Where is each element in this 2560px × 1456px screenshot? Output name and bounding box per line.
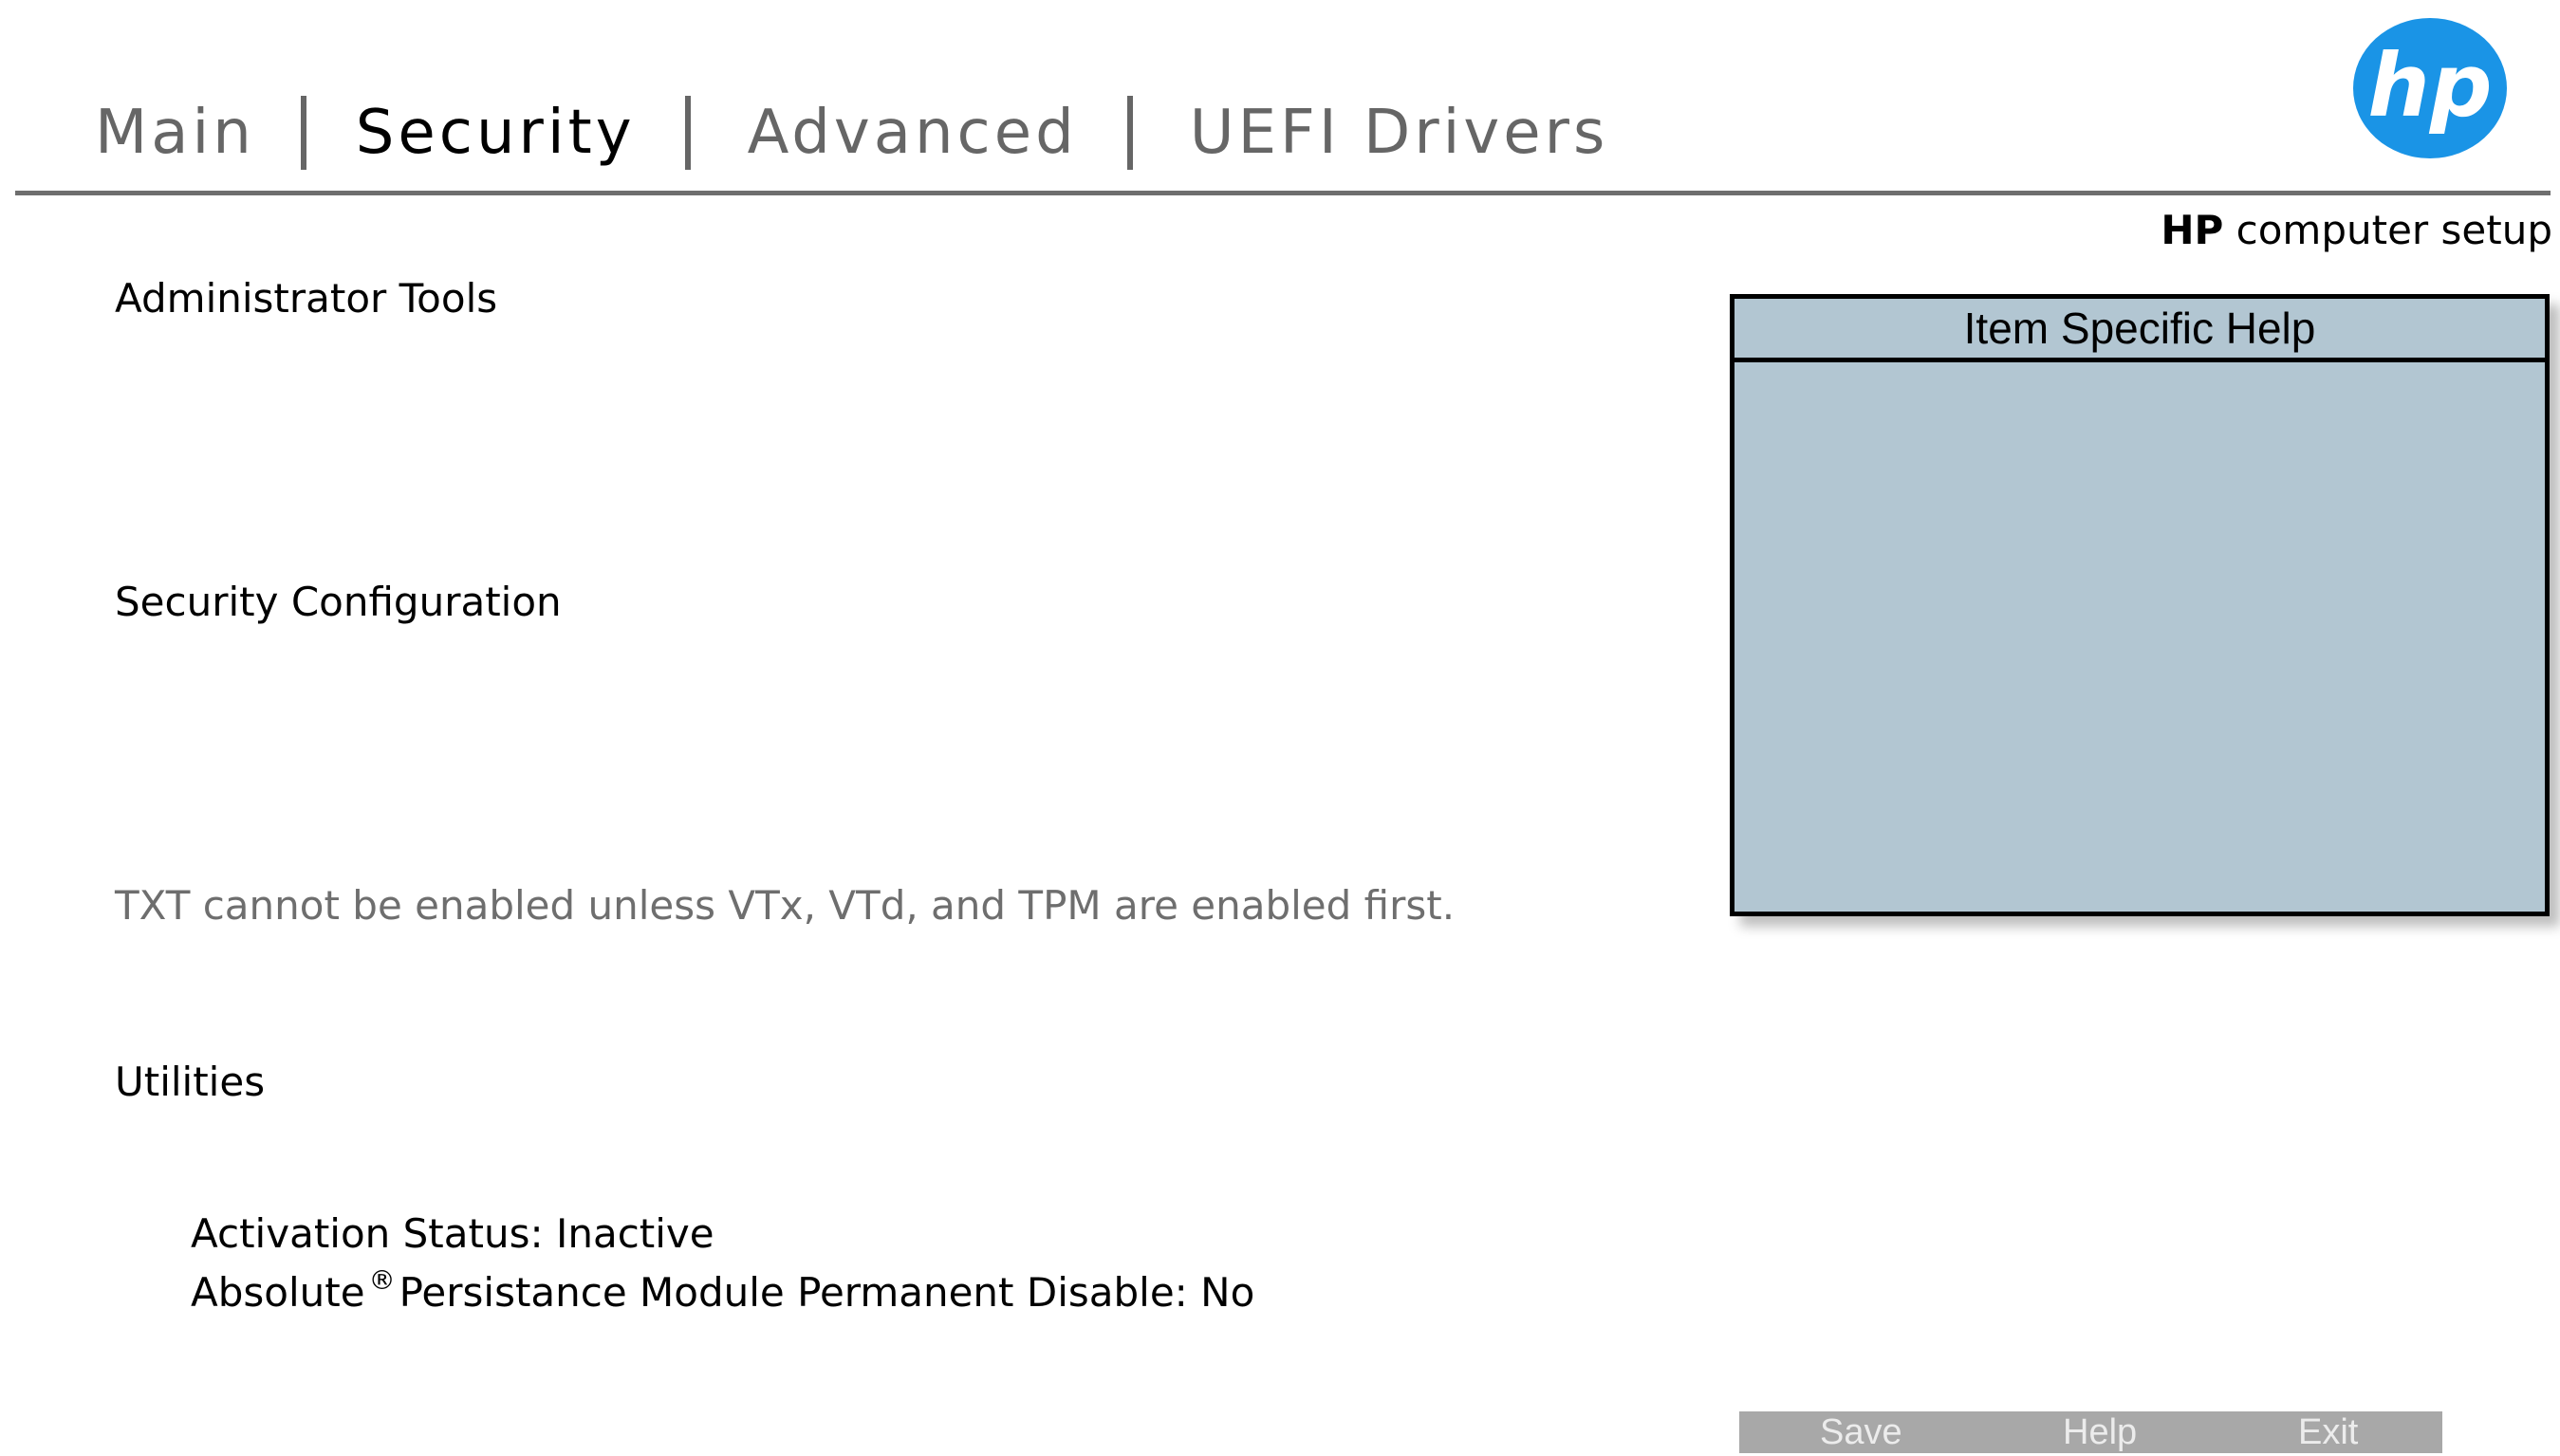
bottom-button-bar: Save Help Exit bbox=[1739, 1411, 2442, 1453]
tab-bar: Main Security Advanced UEFI Drivers bbox=[95, 90, 1608, 175]
tab-separator bbox=[684, 96, 691, 170]
logo-text: hp bbox=[2367, 35, 2492, 137]
header-divider bbox=[15, 191, 2551, 195]
save-button[interactable]: Save bbox=[1820, 1411, 1902, 1453]
brand-caption: HP computer setup bbox=[2161, 207, 2552, 253]
help-button[interactable]: Help bbox=[2063, 1411, 2137, 1453]
tab-main[interactable]: Main bbox=[95, 98, 255, 168]
absolute-persistance-setting[interactable]: Absolute ®Persistance Module Permanent Di… bbox=[191, 1264, 1255, 1316]
txt-note: TXT cannot be enabled unless VTx, VTd, a… bbox=[115, 882, 1456, 929]
brand-rest: computer setup bbox=[2223, 207, 2552, 253]
utilities-heading[interactable]: Utilities bbox=[115, 1059, 265, 1105]
help-panel-title: Item Specific Help bbox=[1734, 299, 2545, 362]
exit-button[interactable]: Exit bbox=[2298, 1411, 2358, 1453]
administrator-tools-heading[interactable]: Administrator Tools bbox=[115, 275, 497, 322]
tab-separator bbox=[1126, 96, 1133, 170]
tab-separator bbox=[300, 96, 306, 170]
tab-advanced[interactable]: Advanced bbox=[748, 98, 1078, 168]
hp-logo-icon: hp bbox=[2353, 18, 2507, 158]
brand-bold: HP bbox=[2161, 207, 2224, 253]
absolute-prefix: Absolute bbox=[191, 1269, 365, 1316]
registered-mark: ® bbox=[368, 1264, 396, 1296]
absolute-suffix: Persistance Module Permanent Disable: No bbox=[399, 1269, 1255, 1316]
security-configuration-heading[interactable]: Security Configuration bbox=[115, 579, 562, 625]
tab-security[interactable]: Security bbox=[356, 98, 636, 168]
activation-status[interactable]: Activation Status: Inactive bbox=[191, 1210, 714, 1257]
tab-uefi-drivers[interactable]: UEFI Drivers bbox=[1190, 98, 1609, 168]
item-specific-help-panel: Item Specific Help bbox=[1730, 294, 2550, 916]
